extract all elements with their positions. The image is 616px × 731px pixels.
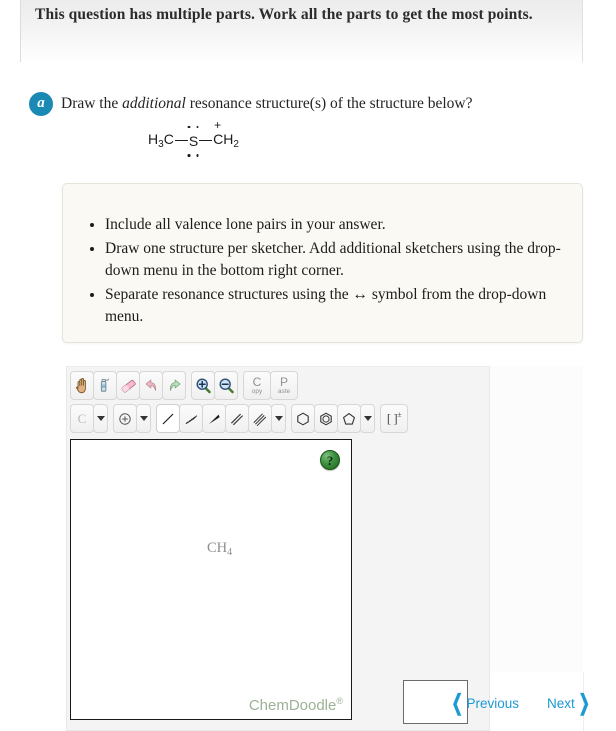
zoom-out-icon[interactable] <box>214 371 238 400</box>
bracket-charge-sup: ± <box>397 410 402 420</box>
lone-pair-dot <box>187 153 191 157</box>
copy-button[interactable]: C opy <box>243 371 271 400</box>
next-button[interactable]: Next ❯ <box>547 692 593 714</box>
copy-label-big: C <box>252 374 262 389</box>
canvas-formula-text: CH <box>207 540 228 556</box>
canvas-placeholder-formula: CH4 <box>207 540 232 558</box>
previous-label: Previous <box>466 695 519 711</box>
zoom-in-icon[interactable] <box>191 371 215 400</box>
redo-icon[interactable] <box>162 371 186 400</box>
paste-label-small: aste <box>277 387 291 395</box>
atom-h-label: H <box>148 131 159 147</box>
help-glyph: ? <box>326 452 334 468</box>
paste-label-big: P <box>279 374 288 389</box>
bond-line-left <box>174 139 188 142</box>
registered-mark-icon: ® <box>336 696 343 706</box>
next-label: Next <box>546 695 575 711</box>
clear-canvas-icon[interactable] <box>93 371 117 400</box>
prompt-text-italic: additional <box>122 95 186 112</box>
tool-group-bracket: [ ]± <box>380 404 408 433</box>
chemical-structure-diagram: H3C S + CH2 <box>148 119 239 157</box>
navigation-bar: ❮ Previous Next ❯ <box>448 692 593 714</box>
lone-pair-dot <box>187 125 191 129</box>
paste-label: P aste <box>278 376 290 396</box>
atom-label-text: C <box>77 410 87 426</box>
charge-dropdown-arrow-icon[interactable] <box>136 404 151 433</box>
cyclohexane-ring-tool[interactable] <box>291 404 315 433</box>
bond-dropdown-arrow-icon[interactable] <box>271 404 286 433</box>
multipart-notice: This question has multiple parts. Work a… <box>35 6 533 23</box>
sketcher-drawing-canvas[interactable]: ? CH4 ChemDoodle® <box>70 439 352 720</box>
atom-methyl-left: H3C <box>148 131 174 150</box>
atom-s-label: S <box>188 132 199 149</box>
undo-icon[interactable] <box>139 371 163 400</box>
lone-pair-top <box>187 125 199 129</box>
tool-group-edit <box>70 371 186 400</box>
benzene-ring-tool[interactable] <box>314 404 338 433</box>
bracket-brackets: [ ] <box>386 410 398 426</box>
atom-h2-subscript: 2 <box>233 139 239 150</box>
atom-carbocation: + CH2 <box>213 119 239 150</box>
atom-h2-label: H <box>223 131 234 147</box>
tool-group-atom: C <box>70 404 108 433</box>
copy-label: C opy <box>252 376 262 396</box>
question-header-panel: This question has multiple parts. Work a… <box>20 0 583 62</box>
sketcher-toolbar-row-2: C []± <box>70 404 413 433</box>
chemdoodle-watermark-text: ChemDoodle <box>248 697 337 714</box>
double-bond-tool[interactable] <box>225 404 249 433</box>
page-left-gutter <box>0 0 20 731</box>
lone-pair-dot <box>196 153 199 157</box>
tool-group-charge <box>113 404 151 433</box>
lone-pair-dot <box>196 125 199 129</box>
sketcher-surround <box>490 366 583 672</box>
previous-button[interactable]: ❮ Previous <box>448 692 519 714</box>
question-prompt: Draw the additional resonance structure(… <box>61 92 473 116</box>
canvas-formula-subscript: 4 <box>227 547 233 558</box>
tool-group-clipboard: C opy P aste <box>243 371 298 400</box>
atom-c2-label: C <box>213 131 224 147</box>
tool-group-bonds <box>156 404 286 433</box>
help-icon[interactable]: ? <box>320 450 340 470</box>
part-badge-a: a <box>29 92 53 116</box>
atom-dropdown-arrow-icon[interactable] <box>93 404 108 433</box>
atom-c-label: C <box>163 131 174 147</box>
bracket-label-text: [ ]± <box>386 410 402 426</box>
chevron-right-icon: ❯ <box>578 690 590 715</box>
bracket-charge-tool[interactable]: [ ]± <box>380 404 408 433</box>
pan-hand-icon[interactable] <box>70 371 94 400</box>
single-bond-tool[interactable] <box>156 404 180 433</box>
charge-tool[interactable] <box>113 404 137 433</box>
wedge-bond-tool[interactable] <box>202 404 226 433</box>
prompt-text-after: resonance structure(s) of the structure … <box>185 95 473 112</box>
lone-pair-bottom <box>187 153 199 157</box>
prompt-text-before: Draw the <box>61 95 123 112</box>
triple-bond-tool[interactable] <box>248 404 272 433</box>
paste-button[interactable]: P aste <box>270 371 298 400</box>
eraser-icon[interactable] <box>116 371 140 400</box>
instructions-panel: Include all valence lone pairs in your a… <box>62 183 583 343</box>
hash-wedge-bond-tool[interactable] <box>179 404 203 433</box>
instructions-list: Include all valence lone pairs in your a… <box>63 184 582 329</box>
chemdoodle-watermark: ChemDoodle® <box>249 696 343 714</box>
instruction-item: Include all valence lone pairs in your a… <box>105 214 564 237</box>
instruction-item: Separate resonance structures using the … <box>105 284 564 329</box>
instruction-item: Draw one structure per sketcher. Add add… <box>105 238 564 283</box>
positive-charge-label: + <box>214 118 222 132</box>
atom-label-tool[interactable]: C <box>70 404 94 433</box>
ring-dropdown-arrow-icon[interactable] <box>360 404 375 433</box>
tool-group-rings <box>291 404 375 433</box>
chemdoodle-sketcher[interactable]: C opy P aste C []± ? CH4 ChemDoodle® <box>66 366 490 731</box>
bond-line-right <box>199 139 213 142</box>
chevron-left-icon: ❮ <box>451 690 463 715</box>
question-part-row: a Draw the additional resonance structur… <box>29 92 473 116</box>
sketcher-toolbar-row-1: C opy P aste <box>70 371 303 400</box>
atom-sulfur: S <box>187 125 199 157</box>
cyclopentane-ring-tool[interactable] <box>337 404 361 433</box>
copy-label-small: opy <box>251 387 263 395</box>
tool-group-zoom <box>191 371 238 400</box>
